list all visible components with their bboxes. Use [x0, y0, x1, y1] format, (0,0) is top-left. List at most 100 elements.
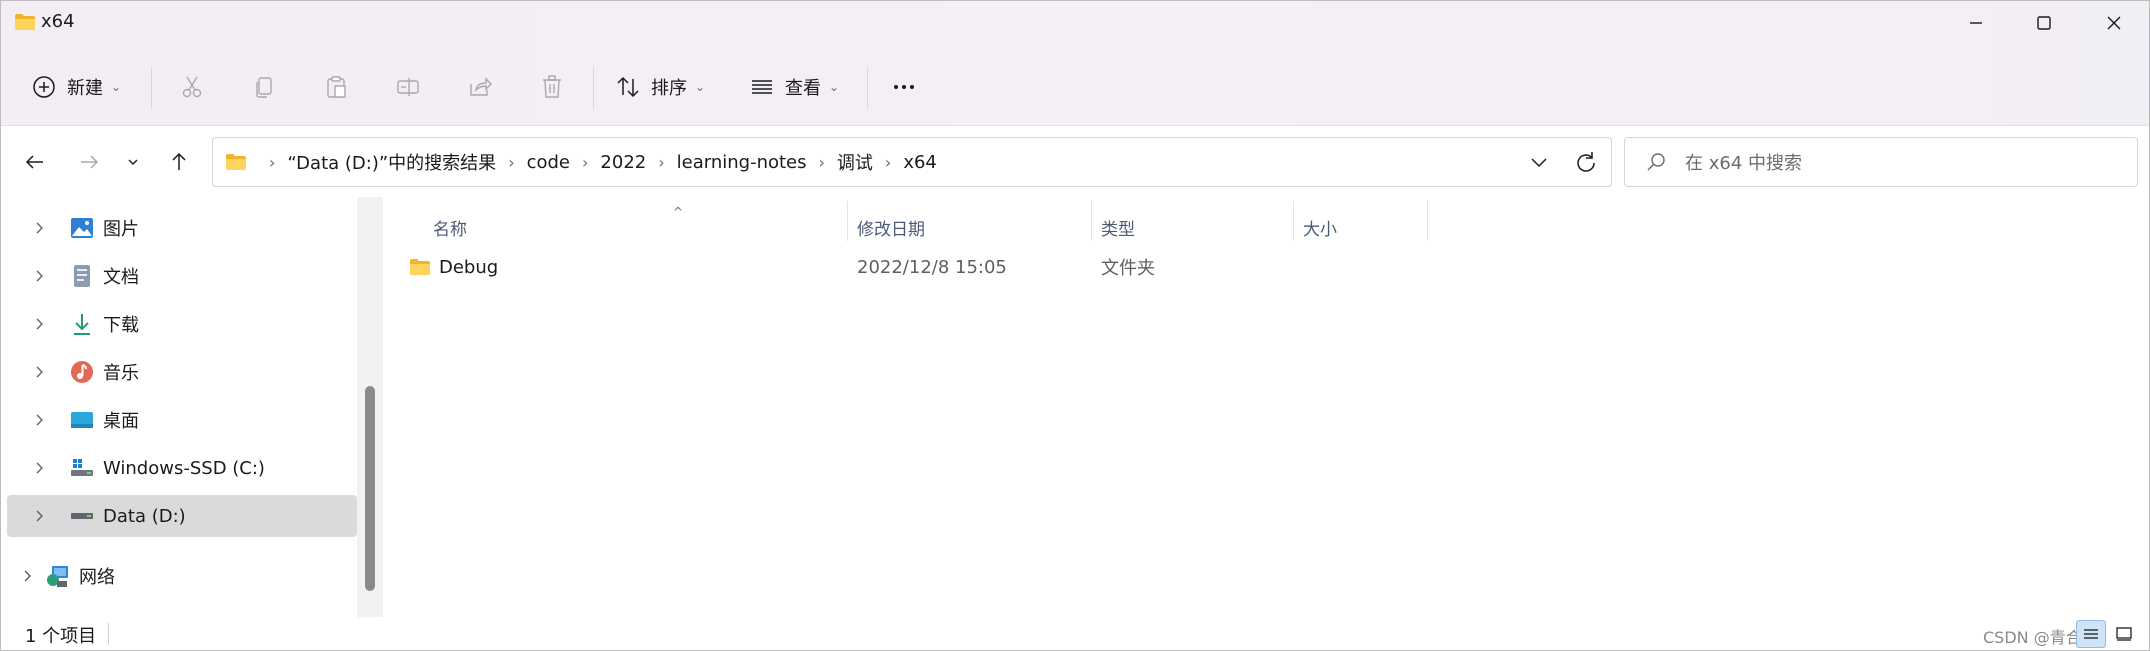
status-bar: 1 个项目 CSDN @青合志 — [1, 617, 2149, 650]
chevron-down-icon: ⌄ — [829, 80, 840, 94]
column-label: 名称 — [433, 219, 467, 240]
breadcrumb-item[interactable]: learning-notes — [677, 152, 807, 173]
close-icon — [2107, 16, 2121, 30]
paste-button[interactable] — [323, 63, 349, 111]
details-view-icon — [2084, 629, 2098, 639]
breadcrumb-item[interactable]: x64 — [903, 152, 937, 173]
breadcrumb-item[interactable]: 调试 — [837, 149, 873, 175]
details-view-button[interactable] — [2076, 620, 2106, 648]
breadcrumb-item[interactable]: 2022 — [600, 152, 646, 173]
sidebar-item-label: 文档 — [103, 267, 139, 288]
delete-button[interactable] — [539, 63, 565, 111]
documents-icon — [74, 265, 90, 287]
folder-icon — [410, 259, 430, 275]
sidebar-scrollbar-thumb[interactable] — [365, 386, 375, 591]
up-button[interactable] — [161, 144, 197, 180]
tiles-view-button[interactable] — [2109, 620, 2139, 648]
chevron-right-icon: › — [818, 152, 825, 172]
share-icon — [470, 77, 492, 96]
recent-locations-button[interactable] — [115, 144, 151, 180]
folder-icon — [15, 14, 35, 30]
chevron-right-icon — [36, 510, 43, 522]
drive-icon — [71, 513, 93, 519]
rename-button[interactable] — [395, 63, 421, 111]
sidebar-item-network[interactable]: 网络 — [1, 555, 345, 597]
sidebar-item-music[interactable]: 音乐 — [7, 351, 357, 393]
column-header-size[interactable]: 大小 — [1303, 205, 1423, 249]
sidebar-item-label: 网络 — [79, 567, 115, 588]
cut-button[interactable] — [179, 63, 205, 111]
chevron-down-icon — [128, 159, 138, 165]
search-box[interactable]: 在 x64 中搜索 — [1624, 137, 2138, 187]
file-explorer-window: x64 新建 ⌄ 排序 ⌄ 查看 ⌄ › “Data (D:)”中的搜索结果 ›… — [0, 0, 2150, 651]
system-drive-icon — [71, 459, 93, 476]
back-button[interactable] — [17, 144, 53, 180]
new-label: 新建 — [67, 78, 103, 99]
status-divider — [108, 623, 109, 645]
table-row[interactable]: Debug 2022/12/8 15:05 文件夹 — [387, 247, 1747, 287]
column-divider[interactable] — [847, 201, 848, 241]
delete-icon — [543, 75, 561, 98]
breadcrumb: › “Data (D:)”中的搜索结果 › code › 2022 › lear… — [225, 149, 937, 175]
sidebar-item-label: 下载 — [103, 315, 139, 336]
network-icon — [47, 566, 68, 587]
copy-button[interactable] — [251, 63, 277, 111]
sidebar-item-label: 图片 — [103, 219, 139, 240]
sidebar-item-pictures[interactable]: 图片 — [7, 207, 357, 249]
chevron-right-icon — [36, 414, 43, 426]
column-divider[interactable] — [1091, 201, 1092, 241]
sidebar-item-desktop[interactable]: 桌面 — [7, 399, 357, 441]
search-icon — [1647, 153, 1665, 171]
maximize-icon — [2037, 16, 2051, 30]
column-header-type[interactable]: 类型 — [1101, 205, 1281, 249]
toolbar-divider — [151, 67, 152, 109]
chevron-right-icon — [36, 222, 43, 234]
chevron-right-icon: › — [658, 152, 665, 172]
column-label: 类型 — [1101, 219, 1135, 240]
sort-ascending-icon: ^ — [673, 205, 684, 219]
column-header-modified[interactable]: 修改日期 — [857, 205, 1087, 249]
sidebar-item-label: Windows-SSD (C:) — [103, 457, 265, 479]
arrow-left-icon — [25, 155, 43, 169]
sidebar-item-documents[interactable]: 文档 — [7, 255, 357, 297]
chevron-down-icon: ⌄ — [111, 80, 122, 94]
column-header-name[interactable]: 名称 ^ — [433, 205, 793, 249]
share-button[interactable] — [467, 63, 493, 111]
column-divider[interactable] — [1293, 201, 1294, 241]
sidebar-item-label: Data (D:) — [103, 505, 186, 527]
chevron-right-icon — [24, 570, 31, 582]
sidebar-item-data-drive[interactable]: Data (D:) — [7, 495, 357, 537]
cut-icon — [182, 76, 202, 98]
column-divider[interactable] — [1427, 201, 1428, 241]
sort-button[interactable]: 排序 ⌄ — [615, 63, 705, 111]
minimize-button[interactable] — [1943, 1, 2009, 45]
sidebar-item-downloads[interactable]: 下载 — [7, 303, 357, 345]
more-options-button[interactable] — [891, 63, 917, 111]
view-button[interactable]: 查看 ⌄ — [749, 63, 839, 111]
chevron-right-icon — [36, 462, 43, 474]
search-placeholder: 在 x64 中搜索 — [1685, 153, 1802, 174]
maximize-button[interactable] — [2011, 1, 2077, 45]
breadcrumb-item[interactable]: code — [527, 152, 570, 173]
chevron-down-icon: ⌄ — [695, 80, 706, 94]
address-bar[interactable]: › “Data (D:)”中的搜索结果 › code › 2022 › lear… — [212, 137, 1612, 187]
sidebar-item-windows-ssd[interactable]: Windows-SSD (C:) — [7, 447, 357, 489]
close-button[interactable] — [2081, 1, 2147, 45]
arrow-right-icon — [81, 155, 99, 169]
column-label: 大小 — [1303, 219, 1337, 240]
navigation-bar: › “Data (D:)”中的搜索结果 › code › 2022 › lear… — [1, 127, 2149, 197]
command-bar: 新建 ⌄ 排序 ⌄ 查看 ⌄ — [1, 51, 2149, 123]
forward-button[interactable] — [71, 144, 107, 180]
chevron-right-icon: › — [884, 152, 892, 172]
toolbar-divider — [593, 67, 594, 109]
new-button[interactable]: 新建 ⌄ — [31, 63, 121, 111]
column-label: 修改日期 — [857, 219, 925, 240]
chevron-down-icon[interactable] — [1527, 150, 1551, 174]
sidebar-item-label: 桌面 — [103, 411, 139, 432]
refresh-icon[interactable] — [1573, 150, 1599, 176]
view-label: 查看 — [785, 78, 821, 99]
downloads-icon — [74, 314, 90, 335]
breadcrumb-item[interactable]: “Data (D:)”中的搜索结果 — [287, 149, 496, 175]
music-icon — [71, 361, 93, 383]
file-list: 名称 ^ 修改日期 类型 大小 Debug 2022/12/8 15:05 文件… — [387, 197, 2149, 617]
